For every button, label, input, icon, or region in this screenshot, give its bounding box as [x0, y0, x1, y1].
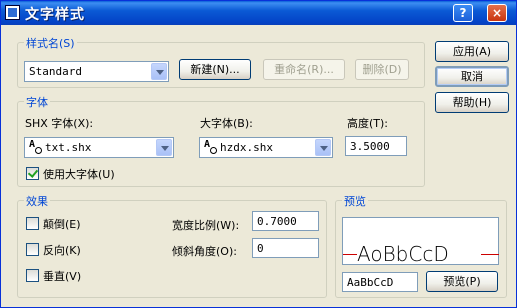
- preview-text-input[interactable]: [342, 272, 418, 292]
- shx-font-label: SHX 字体(X):: [25, 117, 94, 130]
- window-title: 文字样式: [25, 7, 85, 23]
- vertical-checkbox[interactable]: [26, 269, 39, 282]
- font-legend: 字体: [24, 94, 50, 110]
- font-icon: [204, 139, 217, 154]
- style-name-legend: 样式名(S): [24, 35, 77, 51]
- backwards-checkbox[interactable]: [26, 243, 39, 256]
- preview-sample-text: AoBbCcD: [357, 242, 449, 266]
- title-bar[interactable]: 文字样式 ? ×: [1, 1, 516, 25]
- shx-font-value: txt.shx: [45, 141, 92, 154]
- delete-style-button[interactable]: 删除(D): [355, 59, 409, 80]
- width-factor-label: 宽度比例(W):: [172, 219, 240, 232]
- preview-button[interactable]: 预览(P): [426, 271, 498, 292]
- big-font-label: 大字体(B):: [200, 117, 253, 130]
- title-help-button[interactable]: ?: [453, 4, 473, 22]
- close-button[interactable]: ×: [487, 4, 507, 22]
- oblique-angle-label: 倾斜角度(O):: [172, 245, 237, 258]
- big-font-value: hzdx.shx: [220, 141, 273, 154]
- help-button[interactable]: 帮助(H): [435, 92, 509, 113]
- font-icon: [29, 139, 42, 154]
- style-name-value: Standard: [29, 65, 82, 78]
- cancel-button[interactable]: 取消: [435, 66, 509, 87]
- oblique-angle-input[interactable]: [252, 238, 319, 258]
- upside-down-label: 颠倒(E): [43, 218, 81, 231]
- preview-baseline-right: [481, 254, 499, 255]
- app-icon: [5, 5, 20, 20]
- height-label: 高度(T):: [347, 117, 389, 130]
- apply-button[interactable]: 应用(A): [435, 41, 509, 62]
- preview-baseline-left: [343, 254, 357, 255]
- rename-style-button[interactable]: 重命名(R)...: [263, 59, 345, 80]
- shx-font-select[interactable]: txt.shx: [24, 137, 174, 158]
- effects-legend: 效果: [24, 193, 50, 209]
- preview-legend: 预览: [342, 193, 368, 209]
- big-font-select[interactable]: hzdx.shx: [199, 137, 333, 158]
- text-style-dialog: 文字样式 ? × 样式名(S) Standard 新建(N)... 重命名(R)…: [0, 0, 517, 308]
- chevron-down-icon[interactable]: [151, 63, 167, 80]
- use-big-font-label: 使用大字体(U): [43, 168, 115, 181]
- new-style-button[interactable]: 新建(N)...: [179, 59, 251, 80]
- chevron-down-icon[interactable]: [315, 139, 331, 156]
- style-name-select[interactable]: Standard: [24, 61, 169, 82]
- use-big-font-checkbox[interactable]: [26, 167, 39, 180]
- width-factor-input[interactable]: [252, 211, 319, 231]
- height-input[interactable]: [345, 136, 407, 156]
- upside-down-checkbox[interactable]: [26, 217, 39, 230]
- preview-canvas: AoBbCcD: [342, 217, 499, 266]
- vertical-label: 垂直(V): [43, 270, 82, 283]
- backwards-label: 反向(K): [43, 244, 81, 257]
- chevron-down-icon[interactable]: [156, 139, 172, 156]
